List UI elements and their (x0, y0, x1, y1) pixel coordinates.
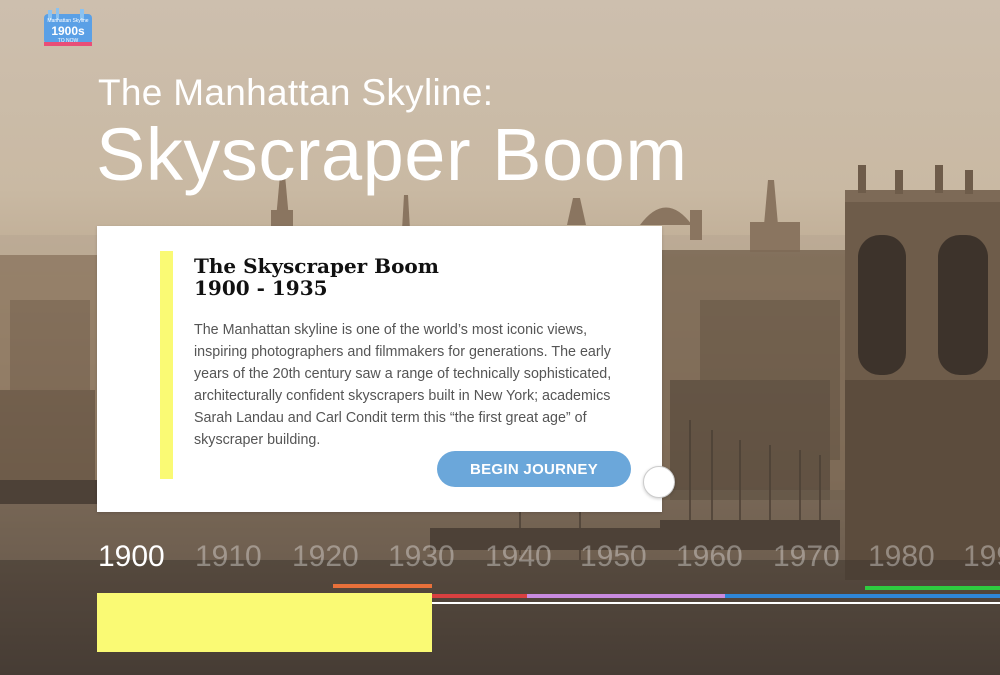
era-segment-red[interactable] (432, 594, 527, 598)
decade-timeline: 1900 1910 1920 1930 1940 1950 1960 1970 … (0, 540, 1000, 580)
decade-1950[interactable]: 1950 (580, 540, 647, 574)
card-body-text: The Manhattan skyline is one of the worl… (194, 322, 612, 448)
current-era-progress (97, 593, 432, 652)
era-segment-green[interactable] (865, 586, 1000, 590)
decade-1920[interactable]: 1920 (292, 540, 359, 574)
decade-1910[interactable]: 1910 (195, 540, 262, 574)
decade-1900[interactable]: 1900 (98, 540, 165, 574)
era-segment-blue[interactable] (725, 594, 1000, 598)
begin-journey-button[interactable]: BEGIN JOURNEY (437, 451, 631, 487)
skyline-logo-icon: Manhattan Skyline 1900s TO NOW (44, 8, 92, 46)
decade-1980[interactable]: 1980 (868, 540, 935, 574)
logo-main-text: 1900s (51, 24, 85, 38)
card-heading: The Skyscraper Boom 1900 - 1935 (194, 255, 439, 299)
next-slide-handle[interactable] (643, 466, 675, 498)
card-heading-years: 1900 - 1935 (194, 276, 328, 300)
site-logo[interactable]: Manhattan Skyline 1900s TO NOW (42, 8, 94, 48)
logo-sub-text: TO NOW (58, 38, 79, 44)
card-heading-title: The Skyscraper Boom (194, 254, 439, 278)
card-accent-bar (160, 251, 173, 479)
decade-1970[interactable]: 1970 (773, 540, 840, 574)
timeline-baseline (432, 602, 1000, 604)
intro-card: The Skyscraper Boom 1900 - 1935 The Manh… (97, 226, 662, 512)
decade-1960[interactable]: 1960 (676, 540, 743, 574)
decade-1930[interactable]: 1930 (388, 540, 455, 574)
era-segment-orange[interactable] (333, 584, 432, 588)
decade-1990[interactable]: 1990 (963, 540, 1000, 574)
page-subtitle: The Manhattan Skyline: (98, 72, 494, 113)
page-title: Skyscraper Boom (96, 113, 688, 196)
era-segment-violet[interactable] (527, 594, 725, 598)
decade-1940[interactable]: 1940 (485, 540, 552, 574)
